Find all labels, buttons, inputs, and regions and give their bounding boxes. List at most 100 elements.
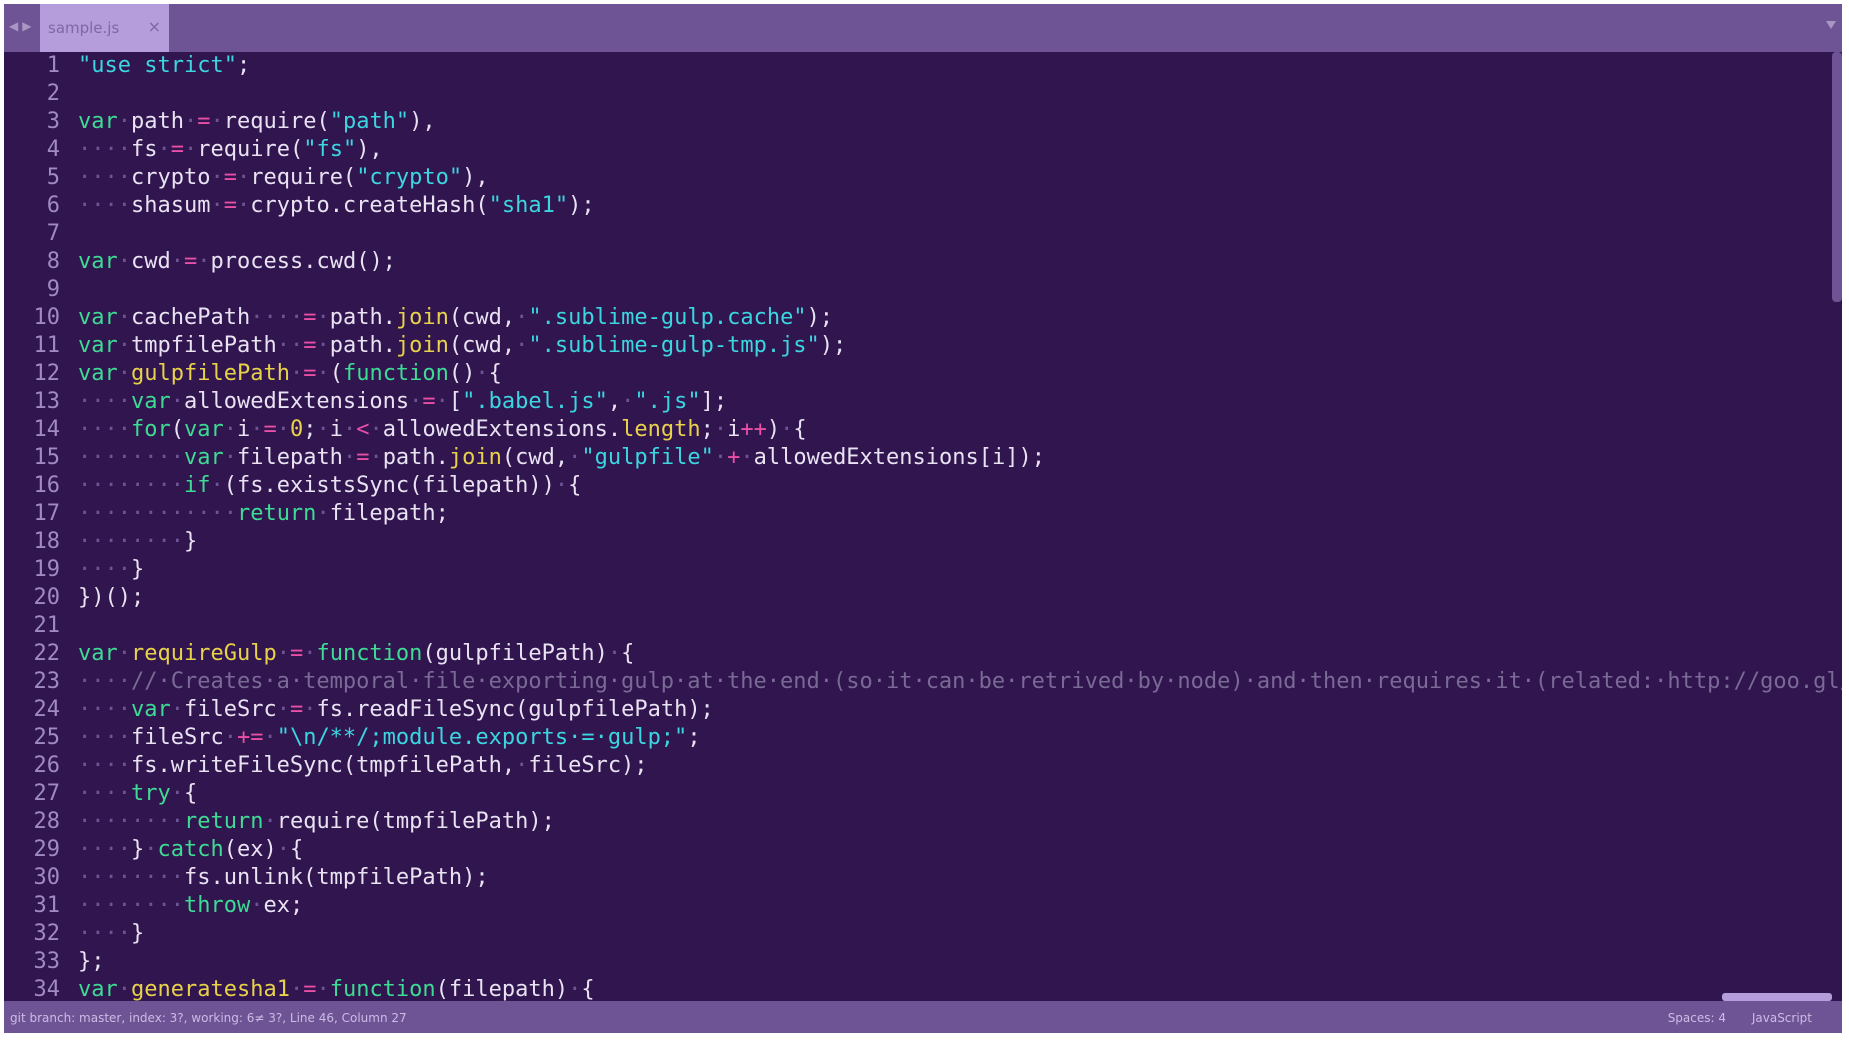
code-line[interactable]: ········fs.unlink(tmpfilePath);	[78, 864, 1842, 892]
code-token: ),	[462, 165, 489, 190]
code-token: ········	[78, 865, 184, 890]
code-line[interactable]: ····}·catch(ex)·{	[78, 836, 1842, 864]
code-token: (cwd,	[501, 445, 569, 470]
code-token: ·	[183, 137, 198, 162]
code-token: shasum	[130, 193, 211, 218]
code-line[interactable]: ····fs·=·require("fs"),	[78, 136, 1842, 164]
code-token: ·	[117, 641, 131, 666]
code-token: ·	[276, 697, 290, 722]
code-line[interactable]: var·cwd·=·process.cwd();	[78, 248, 1842, 276]
code-line[interactable]: ····shasum·=·crypto.createHash("sha1");	[78, 192, 1842, 220]
code-token: var	[130, 389, 171, 414]
code-token: =	[223, 165, 237, 190]
code-editor[interactable]: 1 2 3 4 5 6 7 8 9 10 11 12 13 14 15 16 17 18 19 20 21 22 23 24 2…	[4, 52, 1842, 1001]
code-line[interactable]: ········}	[78, 528, 1842, 556]
code-line[interactable]: ····for(var·i·=·0;·i·<·allowedExtensions…	[78, 416, 1842, 444]
code-line[interactable]: var·generatesha1·=·function(filepath)·{	[78, 976, 1842, 1001]
code-line[interactable]: var·gulpfilePath·=·(function()·{	[78, 360, 1842, 388]
code-line[interactable]: var·requireGulp·=·function(gulpfilePath)…	[78, 640, 1842, 668]
code-token: ·	[170, 697, 184, 722]
code-token: ·	[435, 389, 449, 414]
code-token: ·	[117, 977, 131, 1001]
code-line[interactable]: ········if·(fs.existsSync(filepath))·{	[78, 472, 1842, 500]
code-line[interactable]	[78, 276, 1842, 304]
code-line[interactable]: var·cachePath····=·path.join(cwd,·".subl…	[78, 304, 1842, 332]
line-number: 8	[46, 249, 60, 274]
code-line[interactable]: ········return·require(tmpfilePath);	[78, 808, 1842, 836]
code-token: ·	[303, 641, 317, 666]
indentation-indicator[interactable]: Spaces: 4	[1668, 1011, 1726, 1025]
code-token: {	[581, 977, 595, 1001]
code-token: ·	[316, 417, 330, 442]
code-token: ·	[117, 249, 131, 274]
code-token: ·	[223, 445, 237, 470]
code-line[interactable]: ····var·fileSrc·=·fs.readFileSync(gulpfi…	[78, 696, 1842, 724]
code-token: =	[170, 137, 184, 162]
code-token: ·	[515, 333, 529, 358]
close-icon[interactable]: ×	[148, 17, 161, 36]
code-token: =	[303, 333, 317, 358]
code-line[interactable]: ········var·filepath·=·path.join(cwd,·"g…	[78, 444, 1842, 472]
code-line[interactable]: ····}	[78, 920, 1842, 948]
tab-sample-js[interactable]: sample.js ×	[40, 4, 169, 52]
code-line[interactable]	[78, 80, 1842, 108]
code-line[interactable]: };	[78, 948, 1842, 976]
code-token: {	[488, 361, 502, 386]
code-token: var	[78, 361, 118, 386]
code-line[interactable]: })();	[78, 584, 1842, 612]
code-line[interactable]: ········throw·ex;	[78, 892, 1842, 920]
code-line[interactable]: ············return·filepath;	[78, 500, 1842, 528]
line-number: 12	[33, 361, 61, 386]
code-token: ·	[117, 109, 131, 134]
line-number: 2	[46, 81, 60, 106]
nav-arrows-icon[interactable]: ◀▶	[9, 19, 35, 33]
line-number: 25	[33, 725, 61, 750]
line-number: 10	[33, 305, 61, 330]
code-line[interactable]: ····crypto·=·require("crypto"),	[78, 164, 1842, 192]
code-token: var	[78, 333, 118, 358]
code-token: +=	[236, 725, 264, 750]
tab-bar: ◀▶ sample.js ×	[4, 4, 1842, 52]
code-line[interactable]: var·tmpfilePath··=·path.join(cwd,·".subl…	[78, 332, 1842, 360]
code-line[interactable]	[78, 612, 1842, 640]
syntax-indicator[interactable]: JavaScript	[1752, 1011, 1812, 1025]
code-line[interactable]: var·path·=·require("path"),	[78, 108, 1842, 136]
horizontal-scrollbar[interactable]	[1722, 993, 1832, 1001]
code-token: allowedExtensions[i]);	[753, 445, 1045, 470]
code-token: ·	[713, 417, 728, 442]
code-token: }	[130, 557, 145, 582]
code-token: require(	[250, 165, 357, 190]
tab-title: sample.js	[48, 19, 120, 37]
code-token: );	[568, 193, 595, 218]
code-token: ·	[144, 837, 158, 862]
dropdown-icon[interactable]	[1826, 21, 1836, 29]
code-area[interactable]: "use strict"; var·path·=·require("path"),…	[78, 52, 1842, 1001]
code-token: ".sublime-gulp.cache"	[528, 305, 807, 330]
code-token: ····	[78, 557, 131, 582]
code-line[interactable]: ····var·allowedExtensions·=·[".babel.js"…	[78, 388, 1842, 416]
code-token: ·	[780, 417, 794, 442]
code-token: require(tmpfilePath);	[276, 809, 555, 834]
code-token: fileSrc	[183, 697, 277, 722]
code-token: ····	[78, 697, 131, 722]
code-line[interactable]: ····fileSrc·+=·"\n/**/;module.exports·=·…	[78, 724, 1842, 752]
vertical-scrollbar[interactable]	[1832, 52, 1842, 302]
line-number: 11	[33, 333, 61, 358]
line-number: 28	[33, 809, 61, 834]
code-line[interactable]: ····fs.writeFileSync(tmpfilePath,·fileSr…	[78, 752, 1842, 780]
code-token: );	[806, 305, 834, 330]
code-line[interactable]: ····}	[78, 556, 1842, 584]
code-line[interactable]: ····try·{	[78, 780, 1842, 808]
code-token: length	[621, 417, 701, 442]
code-token: gulpfilePath	[131, 361, 290, 386]
code-token: ex;	[263, 893, 304, 918]
code-line[interactable]: ····//·Creates·a·temporal·file·exporting…	[78, 668, 1842, 696]
code-token: ·	[170, 781, 184, 806]
code-token: var	[78, 249, 118, 274]
code-line[interactable]: "use strict";	[78, 52, 1842, 80]
line-number: 33	[33, 949, 61, 974]
code-token: ++	[740, 417, 767, 442]
code-token: {	[568, 473, 582, 498]
code-line[interactable]	[78, 220, 1842, 248]
code-token: (	[170, 417, 184, 442]
